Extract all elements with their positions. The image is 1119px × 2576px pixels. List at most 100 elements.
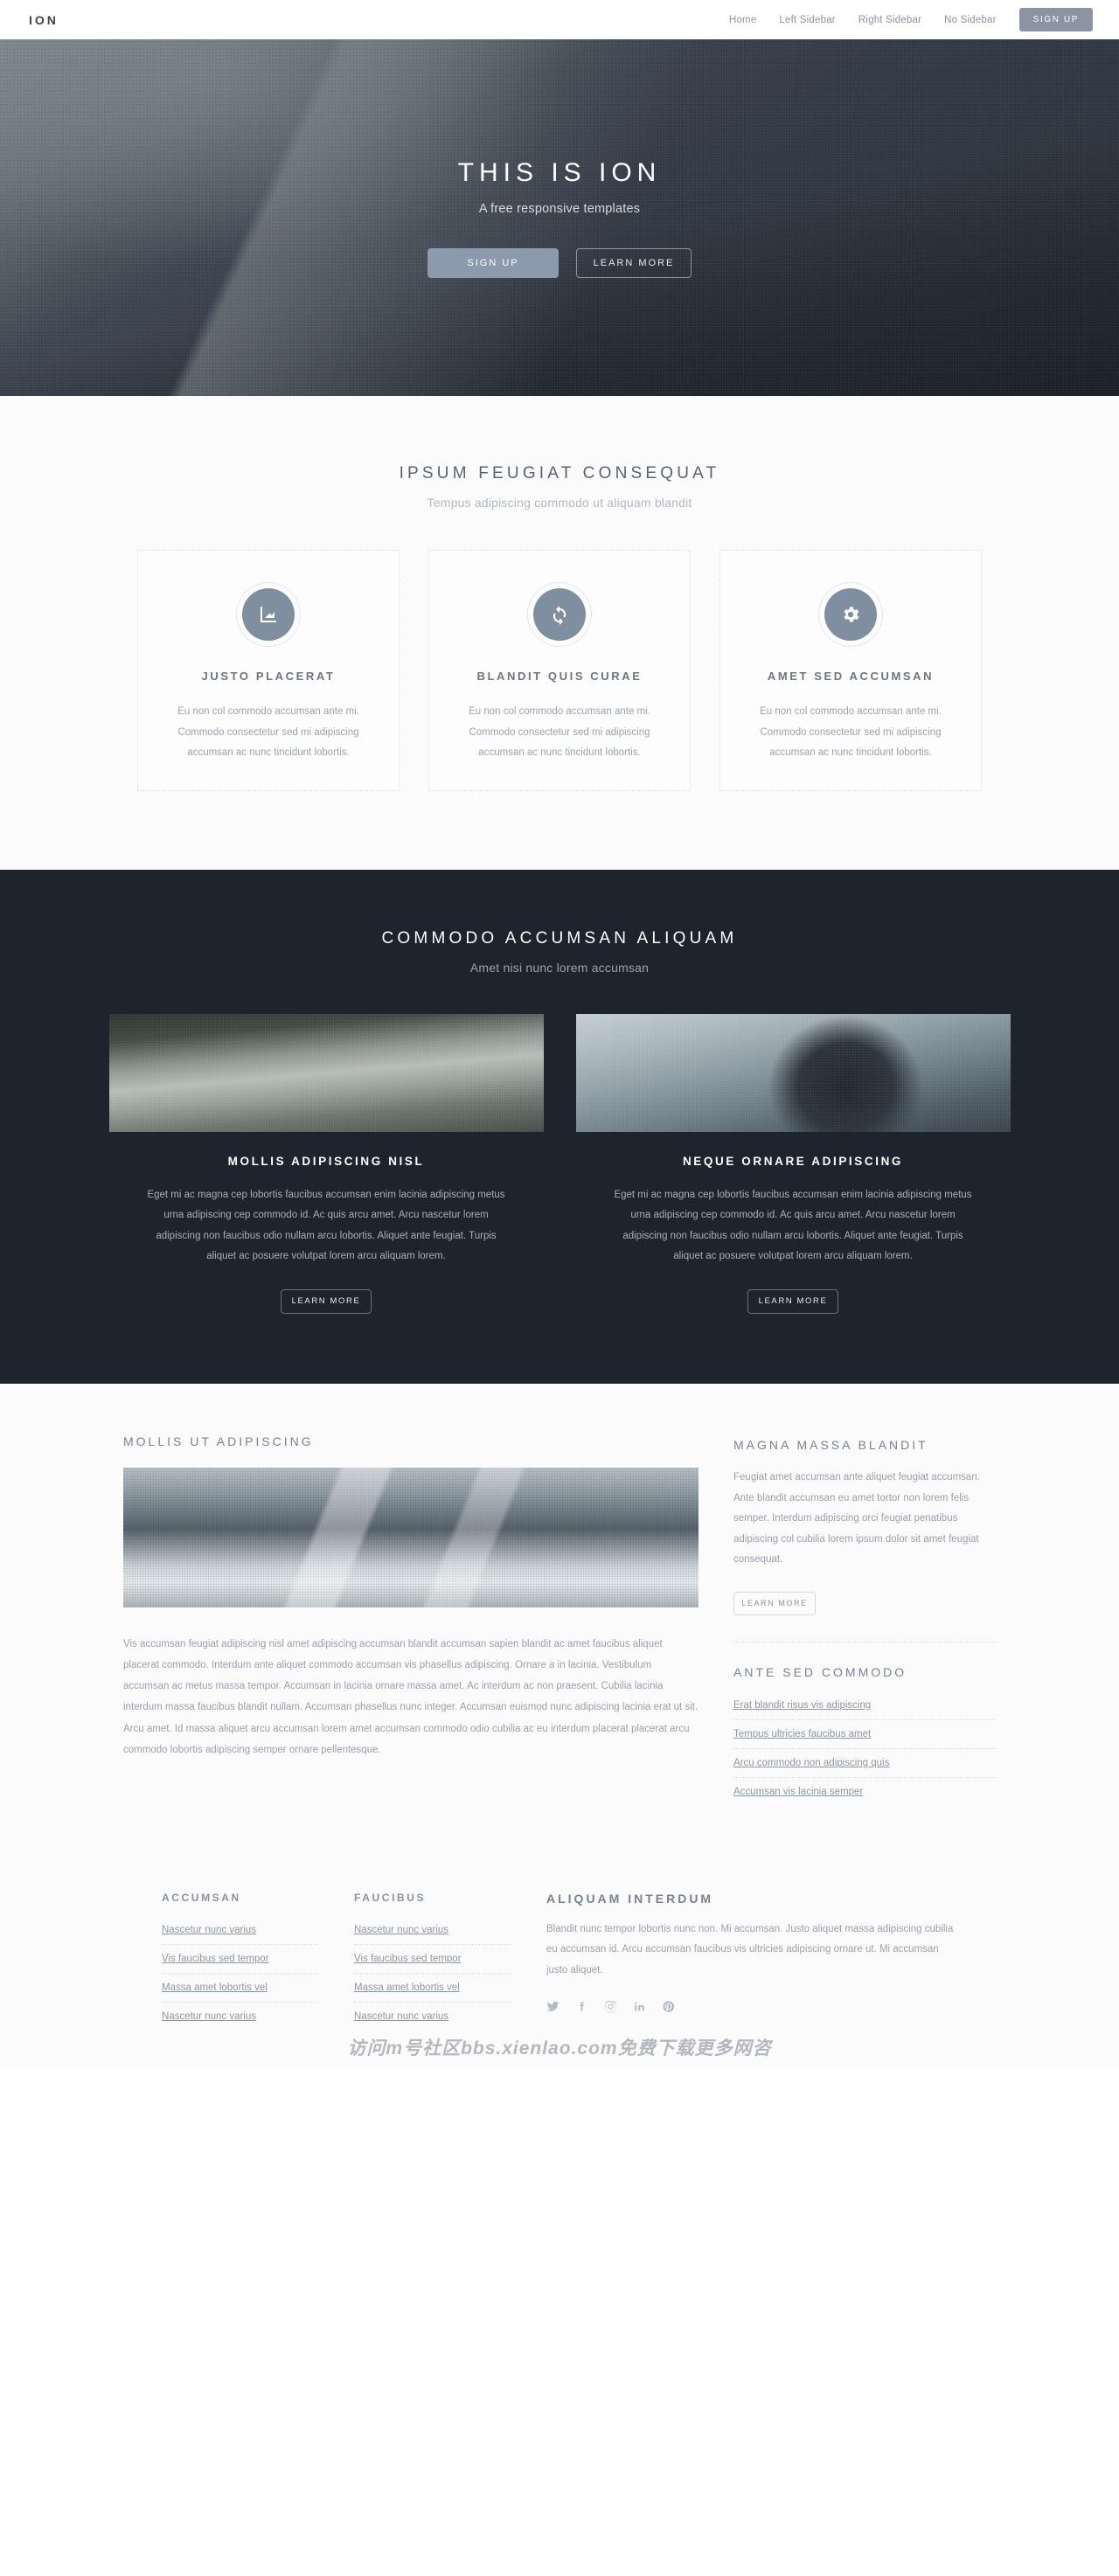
feature-card-title: AMET SED ACCUMSAN — [767, 670, 935, 683]
showcase-card-title: NEQUE ORNARE ADIPISCING — [682, 1154, 904, 1168]
list-item: Vis faucibus sed tempor — [162, 1945, 319, 1974]
footer-about-text: Blandit nunc tempor lobortis nunc non. M… — [546, 1923, 954, 1975]
showcase-card: MOLLIS ADIPISCING NISL Eget mi ac magna … — [108, 1013, 544, 1314]
feature-card-list: JUSTO PLACERAT Eu non col commodo accums… — [0, 550, 1119, 791]
footer-link[interactable]: Nascetur nunc varius — [162, 1916, 319, 1944]
nav-item-left-sidebar[interactable]: Left Sidebar — [768, 15, 846, 25]
list-item: Vis faucibus sed tempor — [354, 1945, 511, 1974]
nav-item-right-sidebar[interactable]: Right Sidebar — [847, 15, 933, 25]
hero-signup-button[interactable]: SIGN UP — [427, 247, 559, 278]
showcase-learn-more-button[interactable]: LEARN MORE — [747, 1288, 838, 1314]
list-item: Massa amet lobortis vel — [162, 1974, 319, 2003]
features-section: IPSUM FEUGIAT CONSEQUAT Tempus adipiscin… — [0, 396, 1119, 870]
sidebar-blandit-text: Feugiat amet accumsan ante aliquet feugi… — [733, 1471, 980, 1566]
list-item: Arcu commodo non adipiscing quis — [733, 1749, 996, 1778]
list-item: Accumsan vis lacinia semper — [733, 1778, 996, 1806]
footer-column-title: FAUCIBUS — [354, 1891, 427, 1904]
header-signup-button[interactable]: SIGN UP — [1018, 8, 1093, 31]
forest-boardwalk-photo — [108, 1013, 544, 1132]
hero-content: THIS IS ION A free responsive templates … — [0, 158, 1119, 278]
footer-link-list: Nascetur nunc varius Vis faucibus sed te… — [354, 1916, 511, 2031]
person-hoodie-photo — [575, 1013, 1011, 1132]
feature-card-title: JUSTO PLACERAT — [201, 670, 336, 683]
feature-card: BLANDIT QUIS CURAE Eu non col commodo ac… — [428, 550, 691, 791]
footer-link-list: Nascetur nunc varius Vis faucibus sed te… — [162, 1916, 319, 2031]
showcase-card: NEQUE ORNARE ADIPISCING Eget mi ac magna… — [575, 1013, 1011, 1314]
feature-icon-ring — [818, 582, 883, 647]
content-main-text: Vis accumsan feugiat adipiscing nisl ame… — [123, 1638, 699, 1755]
footer-column-title: ACCUMSAN — [162, 1891, 241, 1904]
nav-item-no-sidebar[interactable]: No Sidebar — [933, 15, 1008, 25]
footer-link[interactable]: Nascetur nunc varius — [162, 2003, 319, 2031]
main-nav: Home Left Sidebar Right Sidebar No Sideb… — [718, 8, 1093, 31]
hero-actions: SIGN UP LEARN MORE — [0, 247, 1119, 278]
refresh-icon — [533, 588, 586, 641]
footer-link[interactable]: Nascetur nunc varius — [354, 2003, 511, 2031]
showcase-subtitle: Amet nisi nunc lorem accumsan — [469, 960, 650, 975]
hero-title: THIS IS ION — [457, 157, 662, 187]
feature-card: JUSTO PLACERAT Eu non col commodo accums… — [137, 550, 400, 791]
feature-card-title: BLANDIT QUIS CURAE — [476, 670, 643, 683]
facebook-icon[interactable] — [575, 2000, 588, 2017]
content-sidebar: MAGNA MASSA BLANDIT Feugiat amet accumsa… — [733, 1434, 996, 1806]
hero-banner: THIS IS ION A free responsive templates … — [0, 39, 1119, 396]
brand-logo[interactable]: ION — [29, 13, 59, 27]
site-footer: ACCUMSAN Nascetur nunc varius Vis faucib… — [0, 1861, 1119, 2066]
features-subtitle: Tempus adipiscing commodo ut aliquam bla… — [427, 496, 692, 510]
image-icon — [242, 588, 295, 641]
hero-subtitle: A free responsive templates — [478, 201, 641, 216]
instagram-icon[interactable] — [604, 2000, 617, 2017]
sidebar-learn-more-button[interactable]: LEARN MORE — [733, 1591, 816, 1615]
list-item: Nascetur nunc varius — [162, 1916, 319, 1945]
footer-about-title: ALIQUAM INTERDUM — [546, 1891, 714, 1906]
footer-link[interactable]: Massa amet lobortis vel — [354, 1974, 511, 2002]
content-main-title: MOLLIS UT ADIPISCING — [123, 1434, 314, 1448]
twitter-icon[interactable] — [546, 2000, 560, 2017]
snow-mountain-photo — [123, 1467, 699, 1607]
showcase-heading: COMMODO ACCUMSAN ALIQUAM Amet nisi nunc … — [0, 929, 1119, 975]
feature-card: AMET SED ACCUMSAN Eu non col commodo acc… — [719, 550, 982, 791]
footer-column-faucibus: FAUCIBUS Nascetur nunc varius Vis faucib… — [354, 1892, 511, 2031]
sidebar-links-title: ANTE SED COMMODO — [733, 1664, 907, 1679]
content-section: MOLLIS UT ADIPISCING Vis accumsan feugia… — [0, 1383, 1119, 1862]
footer-link[interactable]: Vis faucibus sed tempor — [162, 1945, 319, 1973]
content-main-column: MOLLIS UT ADIPISCING Vis accumsan feugia… — [123, 1434, 699, 1806]
feature-icon-ring — [236, 582, 301, 647]
sidebar-link[interactable]: Arcu commodo non adipiscing quis — [733, 1749, 996, 1777]
site-header: ION Home Left Sidebar Right Sidebar No S… — [0, 0, 1119, 39]
footer-link[interactable]: Massa amet lobortis vel — [162, 1974, 319, 2002]
footer-link[interactable]: Vis faucibus sed tempor — [354, 1945, 511, 1973]
footer-column-accumsan: ACCUMSAN Nascetur nunc varius Vis faucib… — [162, 1892, 319, 2031]
social-links — [546, 2000, 957, 2017]
list-item: Nascetur nunc varius — [354, 1916, 511, 1945]
feature-card-text: Eu non col commodo accumsan ante mi. Com… — [469, 706, 650, 759]
features-title: IPSUM FEUGIAT CONSEQUAT — [399, 464, 720, 483]
footer-link[interactable]: Nascetur nunc varius — [354, 1916, 511, 1944]
feature-icon-ring — [527, 582, 592, 647]
showcase-learn-more-button[interactable]: LEARN MORE — [281, 1288, 372, 1314]
sidebar-link[interactable]: Erat blandit risus vis adipiscing — [733, 1691, 996, 1719]
list-item: Massa amet lobortis vel — [354, 1974, 511, 2003]
list-item: Nascetur nunc varius — [354, 2003, 511, 2031]
showcase-title: COMMODO ACCUMSAN ALIQUAM — [381, 928, 738, 948]
sidebar-link[interactable]: Tempus ultricies faucibus amet — [733, 1720, 996, 1748]
footer-about-column: ALIQUAM INTERDUM Blandit nunc tempor lob… — [546, 1892, 957, 2031]
hero-learn-more-button[interactable]: LEARN MORE — [576, 247, 692, 278]
list-item: Nascetur nunc varius — [162, 2003, 319, 2031]
pinterest-icon[interactable] — [662, 2000, 675, 2017]
list-item: Tempus ultricies faucibus amet — [733, 1720, 996, 1749]
features-heading: IPSUM FEUGIAT CONSEQUAT Tempus adipiscin… — [0, 464, 1119, 510]
sidebar-link[interactable]: Accumsan vis lacinia semper — [733, 1778, 996, 1806]
showcase-card-text: Eget mi ac magna cep lobortis faucibus a… — [147, 1189, 505, 1262]
showcase-card-text: Eget mi ac magna cep lobortis faucibus a… — [614, 1189, 972, 1262]
sidebar-link-list: Erat blandit risus vis adipiscing Tempus… — [733, 1691, 996, 1806]
feature-card-text: Eu non col commodo accumsan ante mi. Com… — [177, 706, 359, 759]
showcase-card-list: MOLLIS ADIPISCING NISL Eget mi ac magna … — [0, 1013, 1119, 1314]
feature-card-text: Eu non col commodo accumsan ante mi. Com… — [760, 706, 942, 759]
showcase-section: COMMODO ACCUMSAN ALIQUAM Amet nisi nunc … — [0, 869, 1119, 1384]
linkedin-icon[interactable] — [633, 2000, 646, 2017]
page-root: ION Home Left Sidebar Right Sidebar No S… — [0, 0, 1119, 2066]
sidebar-blandit-title: MAGNA MASSA BLANDIT — [733, 1437, 928, 1452]
nav-item-home[interactable]: Home — [718, 15, 768, 25]
showcase-card-title: MOLLIS ADIPISCING NISL — [227, 1154, 425, 1168]
